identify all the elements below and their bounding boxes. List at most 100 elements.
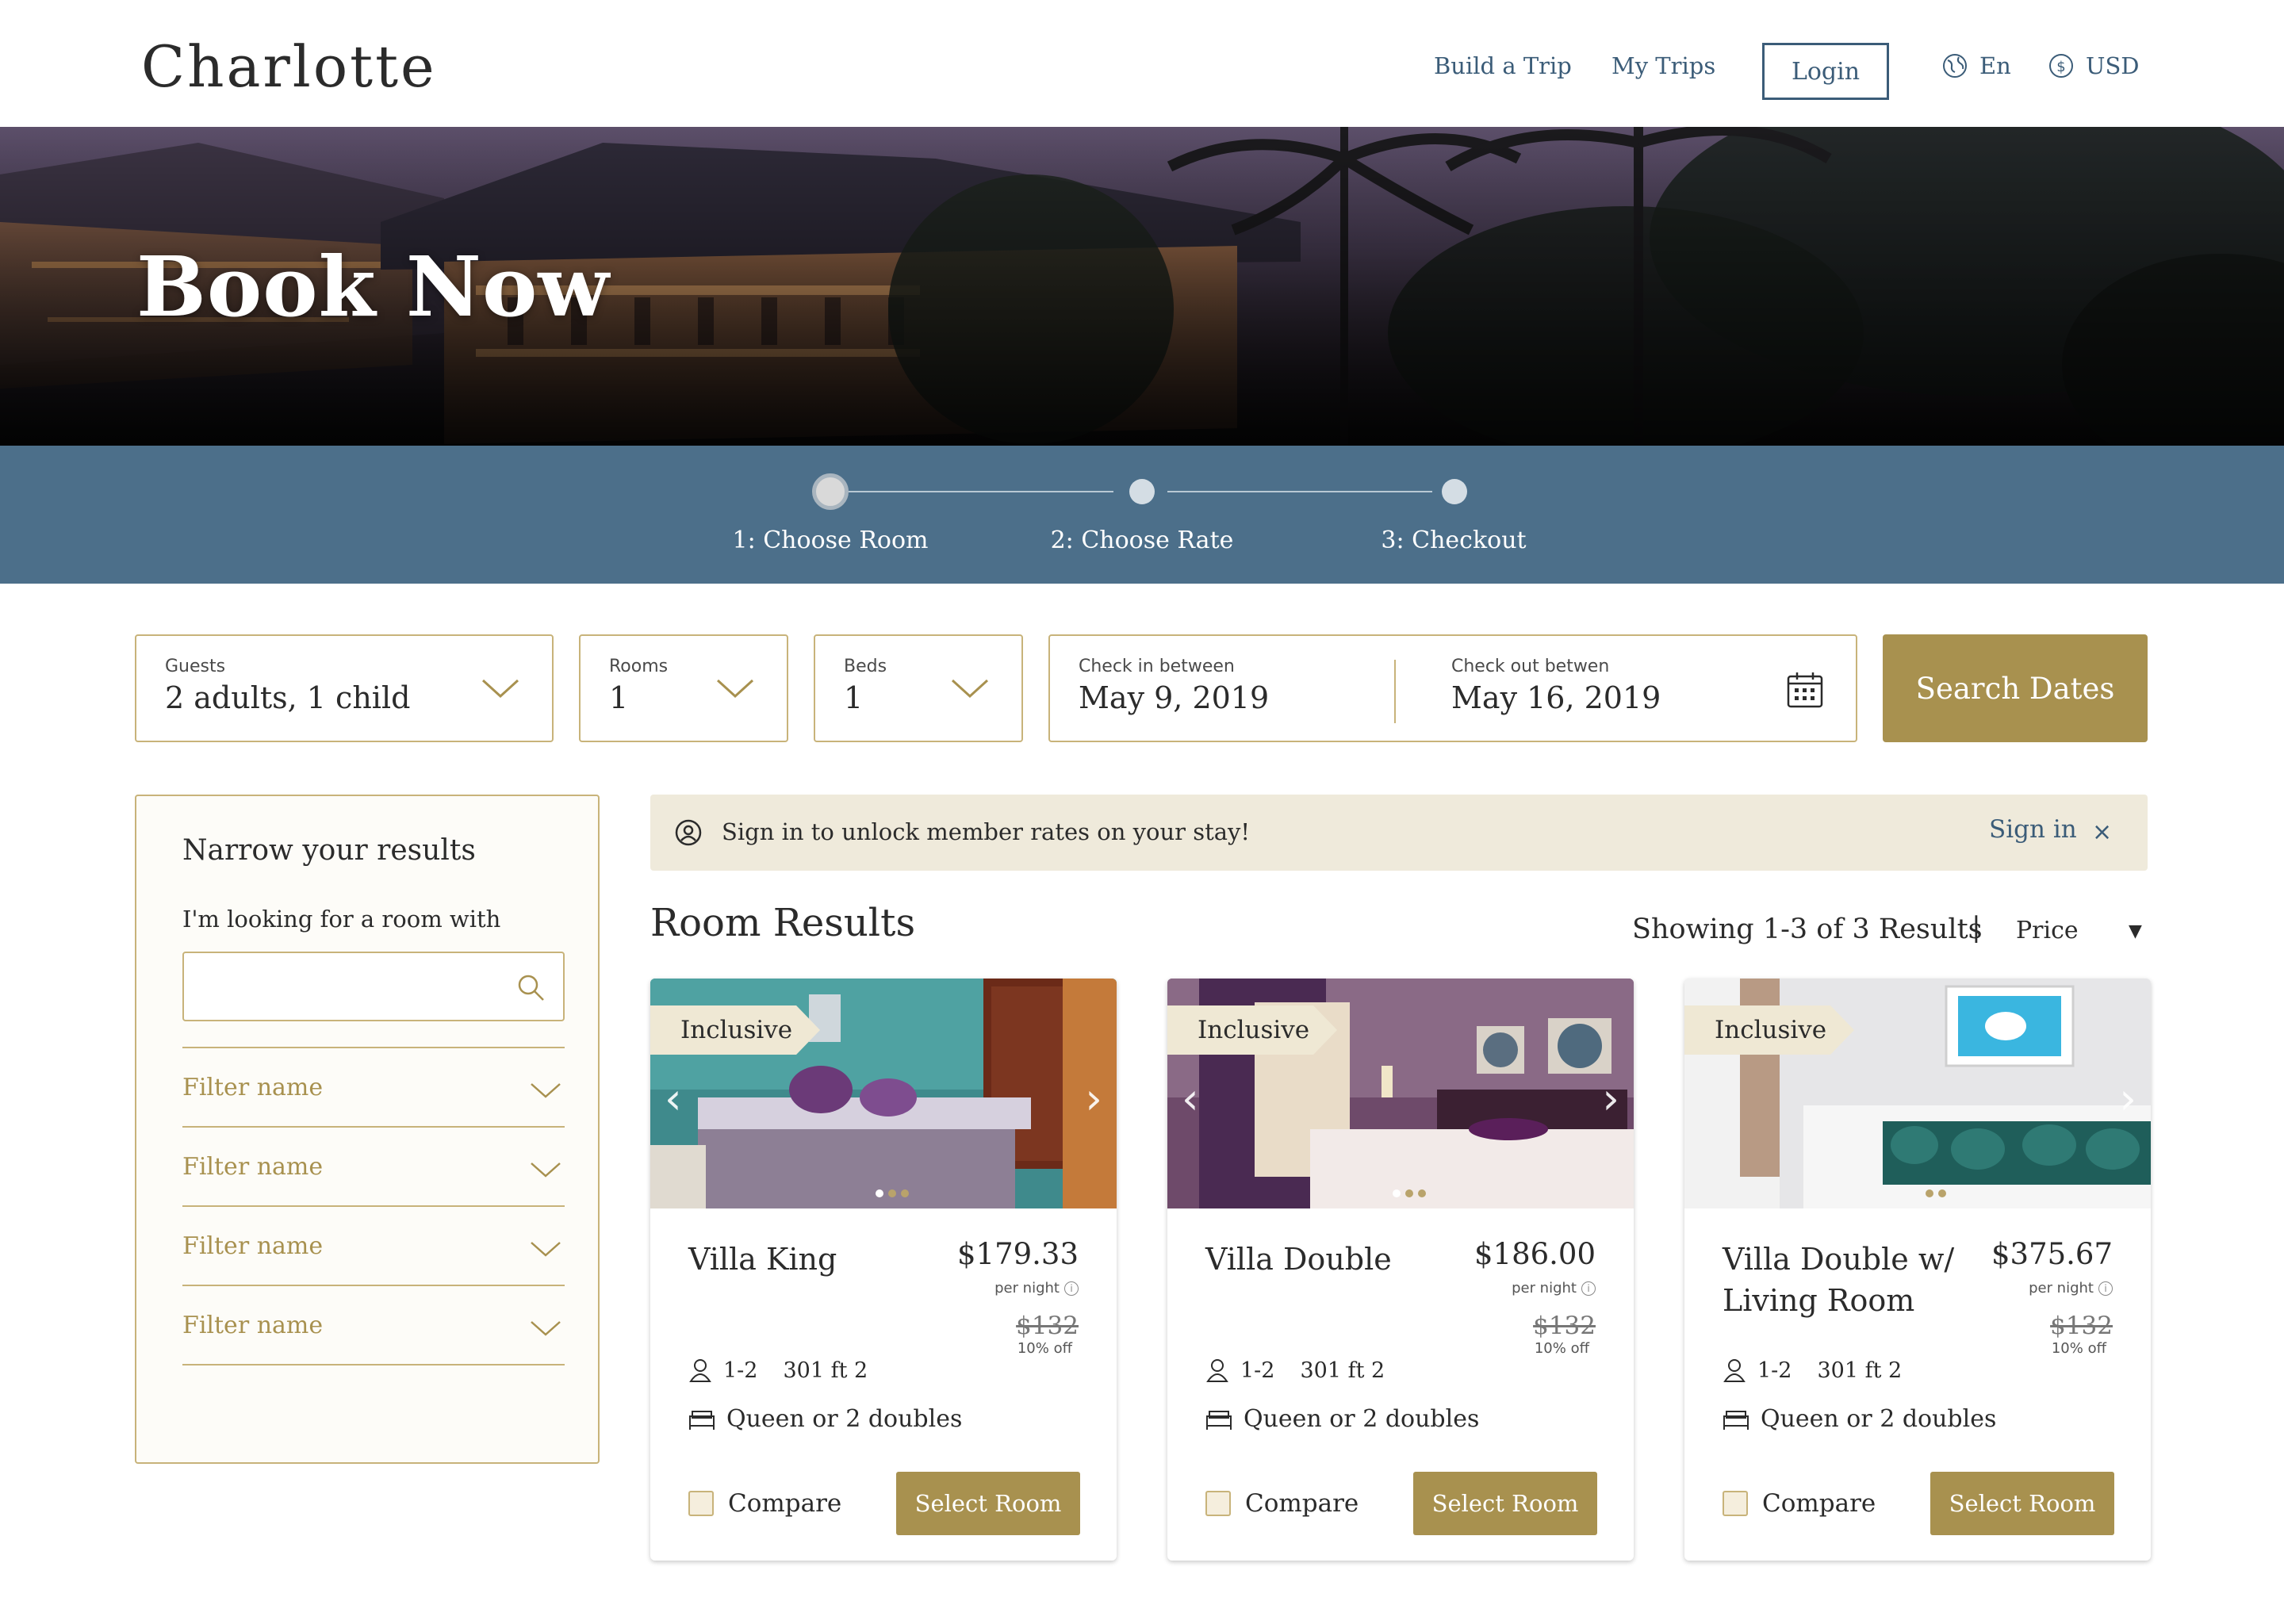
person-icon xyxy=(1723,1359,1746,1382)
step-dot-2[interactable] xyxy=(1129,479,1155,504)
compare-toggle[interactable]: Compare xyxy=(688,1489,841,1518)
info-icon[interactable]: i xyxy=(2098,1281,2113,1296)
compare-checkbox[interactable] xyxy=(1205,1491,1231,1516)
select-room-button[interactable]: Select Room xyxy=(1930,1472,2114,1535)
checkout-label: Check out betwen xyxy=(1451,657,1610,676)
filter-item[interactable]: Filter name xyxy=(182,1205,565,1285)
chevron-right-icon[interactable]: › xyxy=(1602,1074,1619,1124)
search-icon[interactable] xyxy=(515,972,546,1002)
filter-search-label: I'm looking for a room with xyxy=(182,906,501,933)
sign-in-link[interactable]: Sign in xyxy=(1989,815,2077,844)
booking-stepper: 1: Choose Room 2: Choose Rate 3: Checkou… xyxy=(0,446,2284,584)
inclusive-badge: Inclusive xyxy=(1167,1005,1337,1055)
guests-label: Guests xyxy=(165,657,226,676)
info-icon[interactable]: i xyxy=(1581,1281,1596,1296)
compare-toggle[interactable]: Compare xyxy=(1205,1489,1359,1518)
checkin-label: Check in between xyxy=(1079,657,1235,676)
chevron-down-icon xyxy=(716,679,754,699)
step-dot-3[interactable] xyxy=(1442,479,1467,504)
results-count: Showing 1-3 of 3 Results xyxy=(1632,914,1983,945)
room-size: 301 ft 2 xyxy=(1817,1358,1903,1383)
globe-icon xyxy=(1943,54,1967,78)
guests-select[interactable]: Guests 2 adults, 1 child xyxy=(135,634,554,742)
guest-range: 1-2 xyxy=(723,1358,758,1383)
room-name: Villa King xyxy=(688,1242,837,1277)
per-night-note: per night i xyxy=(2029,1280,2113,1297)
room-capacity: 1-2 301 ft 2 xyxy=(1723,1358,1902,1383)
chevron-right-icon[interactable]: › xyxy=(1085,1074,1102,1124)
calendar-icon[interactable] xyxy=(1786,671,1824,709)
filter-panel: Narrow your results I'm looking for a ro… xyxy=(135,795,600,1464)
search-dates-button[interactable]: Search Dates xyxy=(1883,634,2148,742)
carousel-dots[interactable] xyxy=(1926,1189,1946,1197)
room-size: 301 ft 2 xyxy=(1300,1358,1385,1383)
beds-value: 1 xyxy=(844,680,864,715)
room-beds: Queen or 2 doubles xyxy=(1723,1405,1996,1433)
logo[interactable]: Charlotte xyxy=(141,33,437,100)
currency-selector[interactable]: $ USD xyxy=(2048,52,2140,79)
step-label-choose-rate[interactable]: 2: Choose Rate xyxy=(1023,527,1261,554)
guest-range: 1-2 xyxy=(1757,1358,1792,1383)
date-range-picker[interactable]: Check in between May 9, 2019 Check out b… xyxy=(1048,634,1857,742)
site-header: Charlotte Build a Trip My Trips Login En… xyxy=(0,0,2284,127)
info-icon[interactable]: i xyxy=(1064,1281,1079,1296)
filter-item[interactable]: Filter name xyxy=(182,1047,565,1126)
filter-item-label: Filter name xyxy=(182,1312,324,1339)
results-title: Room Results xyxy=(650,901,916,945)
login-button[interactable]: Login xyxy=(1762,43,1889,100)
filter-item[interactable]: Filter name xyxy=(182,1126,565,1205)
original-price: $132 xyxy=(1533,1312,1596,1340)
chevron-down-icon xyxy=(481,679,519,699)
compare-checkbox[interactable] xyxy=(688,1491,714,1516)
close-icon[interactable]: × xyxy=(2092,818,2112,846)
room-size: 301 ft 2 xyxy=(783,1358,868,1383)
bed-config: Queen or 2 doubles xyxy=(726,1405,963,1433)
sort-select[interactable]: Price xyxy=(2016,917,2079,944)
chevron-left-icon[interactable]: ‹ xyxy=(665,1074,682,1124)
checkout-value[interactable]: May 16, 2019 xyxy=(1451,680,1661,715)
inclusive-badge: Inclusive xyxy=(650,1005,820,1055)
inclusive-badge: Inclusive xyxy=(1684,1005,1854,1055)
step-label-checkout[interactable]: 3: Checkout xyxy=(1335,527,1573,554)
filter-item-label: Filter name xyxy=(182,1074,324,1101)
bed-config: Queen or 2 doubles xyxy=(1244,1405,1480,1433)
room-name: Villa Double w/ Living Room xyxy=(1723,1242,1955,1318)
room-price: $375.67 xyxy=(1991,1237,2113,1271)
select-room-button[interactable]: Select Room xyxy=(1413,1472,1597,1535)
nav-build-a-trip[interactable]: Build a Trip xyxy=(1434,52,1572,79)
chevron-right-icon[interactable]: › xyxy=(2119,1074,2136,1124)
filter-item-label: Filter name xyxy=(182,1232,324,1260)
room-price: $179.33 xyxy=(956,1237,1079,1271)
results-separator: | xyxy=(1972,912,1981,944)
per-night-label: per night xyxy=(994,1280,1060,1297)
filter-title: Narrow your results xyxy=(182,834,476,867)
filter-item[interactable]: Filter name xyxy=(182,1285,565,1365)
sort-dropdown-icon[interactable]: ▼ xyxy=(2129,921,2142,941)
compare-toggle[interactable]: Compare xyxy=(1723,1489,1876,1518)
rooms-label: Rooms xyxy=(609,657,669,676)
discount-label: 10% off xyxy=(1017,1340,1072,1357)
guests-value: 2 adults, 1 child xyxy=(165,680,411,715)
filter-item-label: Filter name xyxy=(182,1153,324,1181)
bed-icon xyxy=(1723,1410,1749,1430)
compare-checkbox[interactable] xyxy=(1723,1491,1748,1516)
beds-select[interactable]: Beds 1 xyxy=(814,634,1023,742)
rooms-select[interactable]: Rooms 1 xyxy=(579,634,788,742)
step-label-choose-room[interactable]: 1: Choose Room xyxy=(711,527,949,554)
rooms-value: 1 xyxy=(609,680,629,715)
checkin-value[interactable]: May 9, 2019 xyxy=(1079,680,1269,715)
bed-icon xyxy=(1206,1410,1232,1430)
chevron-left-icon[interactable]: ‹ xyxy=(1182,1074,1199,1124)
chevron-down-icon xyxy=(951,679,989,699)
select-room-button[interactable]: Select Room xyxy=(896,1472,1080,1535)
discount-label: 10% off xyxy=(2051,1340,2106,1357)
compare-label: Compare xyxy=(1245,1489,1359,1518)
person-icon xyxy=(689,1359,711,1382)
carousel-dots[interactable] xyxy=(1393,1189,1426,1197)
carousel-dots[interactable] xyxy=(876,1189,909,1197)
member-rates-banner: Sign in to unlock member rates on your s… xyxy=(650,795,2148,871)
language-selector[interactable]: En xyxy=(1941,52,2011,79)
step-dot-1[interactable] xyxy=(812,473,849,510)
nav-my-trips[interactable]: My Trips xyxy=(1611,52,1715,79)
filter-search-input[interactable] xyxy=(182,952,565,1021)
